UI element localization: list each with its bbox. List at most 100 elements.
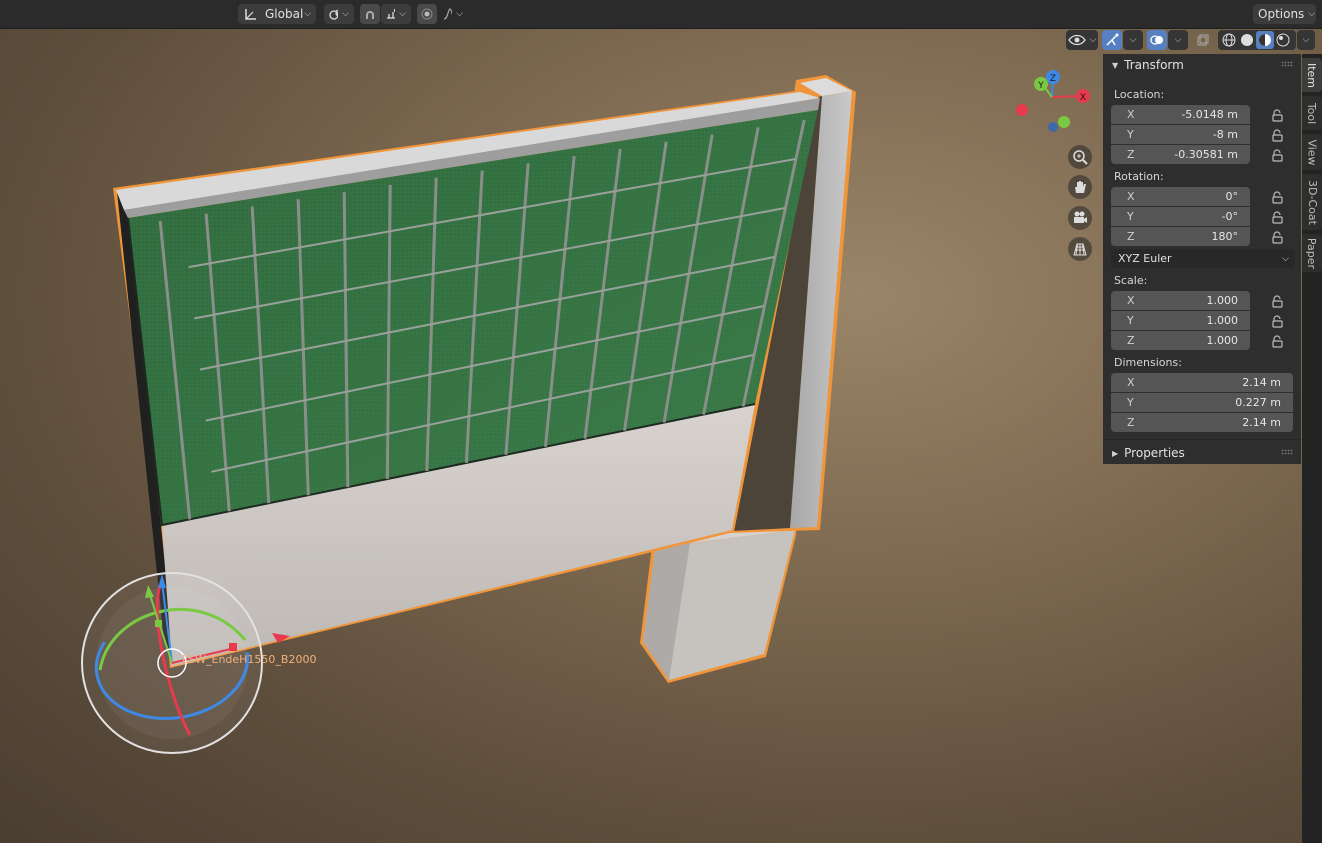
transform-panel-header[interactable]: ▼ Transform [1103, 54, 1301, 76]
falloff-curve-icon [443, 8, 453, 20]
properties-title: Properties [1124, 446, 1185, 460]
overlays-toggle[interactable] [1147, 30, 1167, 50]
eye-icon [1067, 34, 1086, 46]
pivot-point-dropdown[interactable]: ⌵ [324, 4, 354, 24]
axis-label: X [1127, 108, 1135, 121]
chevron-down-icon: ⌵ [342, 9, 349, 19]
rotation-x-field[interactable]: X 0° [1111, 187, 1250, 206]
orientation-label: Global [265, 7, 304, 21]
collapse-triangle-icon: ▼ [1112, 60, 1119, 70]
transform-orientation-dropdown[interactable]: Global ⌵ [238, 4, 316, 24]
lock-icon[interactable] [1270, 108, 1284, 122]
field-value: 0.227 m [1235, 396, 1281, 409]
location-z-field[interactable]: Z -0.30581 m [1111, 145, 1250, 164]
proportional-falloff-dropdown[interactable]: ⌵ [438, 4, 468, 24]
rotation-y-field[interactable]: Y -0° [1111, 207, 1250, 226]
lock-icon[interactable] [1270, 314, 1284, 328]
rotation-label: Rotation: [1114, 170, 1164, 183]
gizmo-toggle[interactable] [1102, 30, 1122, 50]
axis-label: Y [1127, 396, 1134, 409]
snap-increment-icon [387, 9, 396, 19]
axis-label: Y [1127, 210, 1134, 223]
snap-toggle[interactable] [360, 4, 380, 24]
lock-icon[interactable] [1270, 210, 1284, 224]
lock-icon[interactable] [1270, 190, 1284, 204]
proportional-edit-icon [421, 8, 433, 20]
tab-view[interactable]: View [1302, 134, 1322, 170]
solid-shading-icon[interactable] [1238, 31, 1256, 49]
field-value: 1.000 [1206, 314, 1239, 327]
rotation-mode-value: XYZ Euler [1118, 252, 1172, 265]
field-value: 1.000 [1206, 334, 1239, 347]
lock-icon[interactable] [1270, 148, 1284, 162]
tab-tool[interactable]: Tool [1302, 96, 1322, 130]
shading-mode-group [1218, 30, 1296, 50]
visibility-dropdown[interactable]: ⌵ [1066, 30, 1098, 50]
material-preview-shading-icon[interactable] [1256, 31, 1274, 49]
pan-hand-icon[interactable] [1068, 175, 1092, 199]
rotation-mode-select[interactable]: XYZ Euler ⌵ [1111, 249, 1295, 268]
field-value: 1.000 [1206, 294, 1239, 307]
field-value: -5.0148 m [1181, 108, 1238, 121]
gizmo-axis-y: Y [1037, 81, 1044, 91]
xray-icon [1197, 34, 1209, 46]
tab-3d-coat[interactable]: 3D-Coat [1302, 174, 1322, 230]
transform-title: Transform [1124, 58, 1184, 72]
options-dropdown[interactable]: Options ⌵ [1253, 4, 1316, 24]
wireframe-shading-icon[interactable] [1220, 31, 1238, 49]
gizmo-options-dropdown[interactable]: ⌵ [1123, 30, 1143, 50]
drag-grip-icon[interactable] [1281, 449, 1293, 455]
scale-z-field[interactable]: Z 1.000 [1111, 331, 1250, 350]
chevron-down-icon: ⌵ [1129, 35, 1137, 45]
field-value: 2.14 m [1242, 376, 1281, 389]
axis-label: Z [1127, 416, 1135, 429]
scale-label: Scale: [1114, 274, 1148, 287]
shading-options-dropdown[interactable]: ⌵ [1297, 30, 1315, 50]
chevron-down-icon: ⌵ [1174, 35, 1182, 45]
tab-label: Item [1305, 62, 1319, 88]
dimensions-y-field[interactable]: Y 0.227 m [1111, 393, 1293, 412]
tab-label: Tool [1305, 102, 1319, 124]
rotation-z-field[interactable]: Z 180° [1111, 227, 1250, 246]
lock-icon[interactable] [1270, 294, 1284, 308]
drag-grip-icon[interactable] [1281, 61, 1293, 67]
xray-toggle[interactable] [1193, 30, 1213, 50]
overlays-options-dropdown[interactable]: ⌵ [1168, 30, 1188, 50]
chevron-down-icon: ⌵ [1308, 9, 1316, 19]
sidebar-tabs: Item Tool View 3D-Coat Paper [1302, 54, 1322, 843]
gizmo-axis-z: Z [1050, 74, 1056, 84]
dimensions-x-field[interactable]: X 2.14 m [1111, 373, 1293, 392]
axis-label: Z [1127, 334, 1135, 347]
field-value: 180° [1211, 230, 1239, 243]
field-value: 2.14 m [1242, 416, 1281, 429]
lock-icon[interactable] [1270, 230, 1284, 244]
location-label: Location: [1114, 88, 1165, 101]
field-value: -0.30581 m [1174, 148, 1238, 161]
proportional-editing-toggle[interactable] [417, 4, 437, 24]
axis-label: Z [1127, 230, 1135, 243]
camera-icon[interactable] [1068, 206, 1092, 230]
lock-icon[interactable] [1270, 334, 1284, 348]
tab-label: 3D-Coat [1305, 179, 1319, 225]
location-x-field[interactable]: X -5.0148 m [1111, 105, 1250, 124]
lock-icon[interactable] [1270, 128, 1284, 142]
zoom-icon[interactable] [1068, 145, 1092, 169]
tab-item[interactable]: Item [1302, 58, 1322, 92]
scale-y-field[interactable]: Y 1.000 [1111, 311, 1250, 330]
rendered-shading-icon[interactable] [1274, 31, 1292, 49]
chevron-down-icon: ⌵ [456, 9, 463, 19]
tab-paper[interactable]: Paper [1302, 234, 1322, 272]
snap-target-dropdown[interactable]: ⌵ [381, 4, 411, 24]
scale-x-field[interactable]: X 1.000 [1111, 291, 1250, 310]
ortho-grid-icon[interactable] [1068, 237, 1092, 261]
orientation-axes-icon [245, 9, 256, 20]
axis-label: Z [1127, 148, 1135, 161]
dimensions-z-field[interactable]: Z 2.14 m [1111, 413, 1293, 432]
navigation-gizmo[interactable]: Z X Y [1016, 70, 1090, 132]
chevron-down-icon: ⌵ [1302, 35, 1310, 45]
location-y-field[interactable]: Y -8 m [1111, 125, 1250, 144]
properties-panel-header[interactable]: ▶ Properties [1103, 442, 1301, 464]
gizmo-icon [1106, 33, 1119, 46]
chevron-down-icon: ⌵ [1282, 253, 1289, 264]
axis-label: X [1127, 376, 1135, 389]
